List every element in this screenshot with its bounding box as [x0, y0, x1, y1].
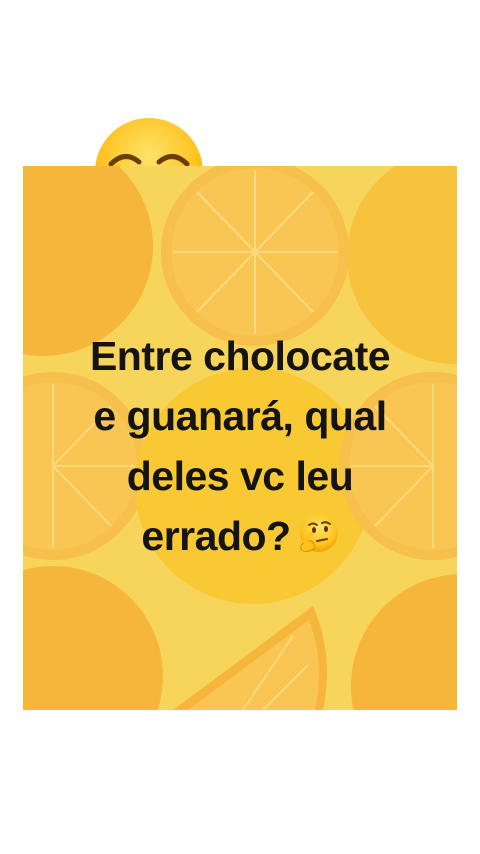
post-image-card: Entre cholocate e guanará, qual deles vc…	[23, 166, 457, 710]
post-view: Entre cholocate e guanará, qual deles vc…	[0, 0, 480, 854]
thinking-face-icon	[299, 514, 338, 553]
caption-line: e guanará, qual	[93, 393, 387, 439]
post-caption: Entre cholocate e guanará, qual deles vc…	[23, 326, 457, 566]
caption-line-text: errado?	[141, 513, 291, 559]
caption-line: Entre cholocate	[89, 333, 391, 379]
caption-line-last: errado?	[23, 506, 457, 566]
caption-line: deles vc leu	[126, 453, 354, 499]
